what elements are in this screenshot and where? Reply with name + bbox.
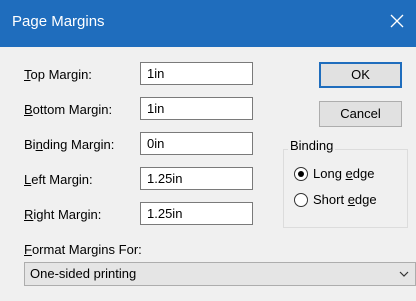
short-edge-radio[interactable] xyxy=(294,193,308,207)
right-margin-field[interactable]: 1.25in xyxy=(140,202,253,225)
binding-margin-label: Binding Margin: xyxy=(24,137,115,152)
right-margin-label: Right Margin: xyxy=(24,207,102,222)
page-margins-dialog: Page Margins Top Margin: Bottom Margin: … xyxy=(0,0,416,301)
close-icon[interactable] xyxy=(390,14,404,28)
binding-legend: Binding xyxy=(288,138,336,153)
left-margin-label: Left Margin: xyxy=(24,172,93,187)
long-edge-radio[interactable] xyxy=(294,167,308,181)
cancel-button[interactable]: Cancel xyxy=(319,101,402,127)
chevron-down-icon xyxy=(399,271,409,277)
bottom-margin-label: Bottom Margin: xyxy=(24,102,113,117)
ok-button[interactable]: OK xyxy=(319,62,402,88)
binding-margin-field[interactable]: 0in xyxy=(140,132,253,155)
window-title: Page Margins xyxy=(12,13,105,30)
radio-selected-dot xyxy=(298,171,304,177)
format-selected-value: One-sided printing xyxy=(30,266,137,281)
title-bar: Page Margins xyxy=(0,0,416,47)
format-margins-select[interactable]: One-sided printing xyxy=(24,262,416,286)
short-edge-label[interactable]: Short edge xyxy=(313,192,377,207)
top-margin-field[interactable]: 1in xyxy=(140,62,253,85)
long-edge-label[interactable]: Long edge xyxy=(313,166,374,181)
top-margin-label: Top Margin: xyxy=(24,67,92,82)
left-margin-field[interactable]: 1.25in xyxy=(140,167,253,190)
format-margins-label: Format Margins For: xyxy=(24,242,142,257)
binding-group xyxy=(283,149,408,228)
bottom-margin-field[interactable]: 1in xyxy=(140,97,253,120)
